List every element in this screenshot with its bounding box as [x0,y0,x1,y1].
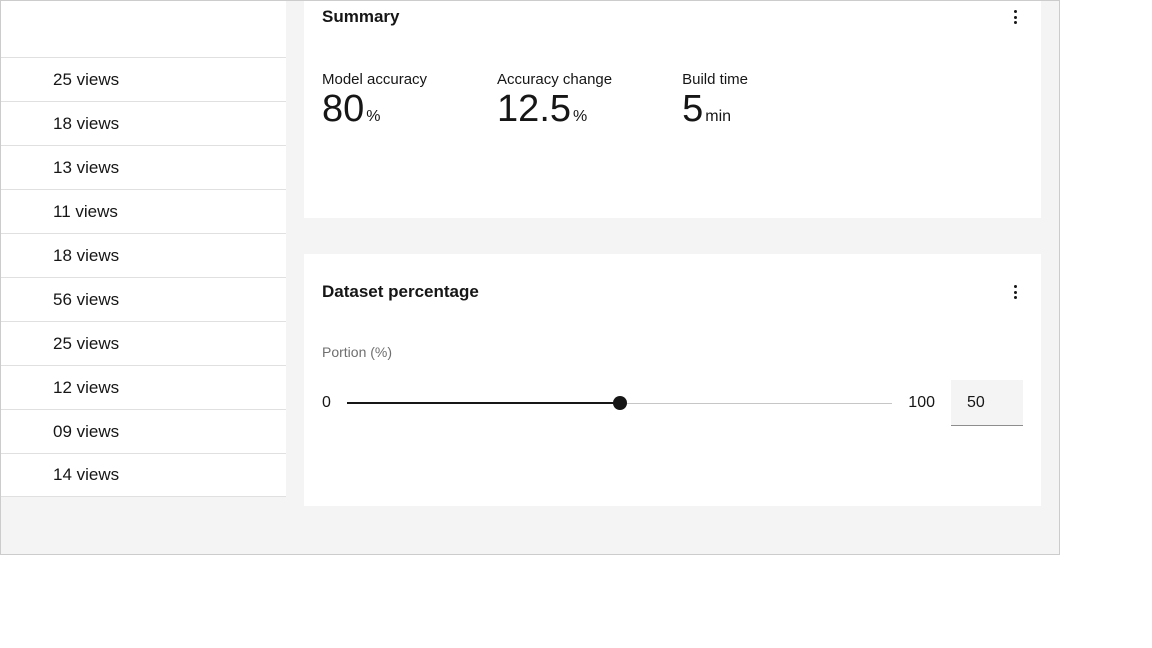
stat-label: Accuracy change [497,71,612,88]
summary-card: Summary Model accuracy 80 % Accuracy cha… [304,1,1041,218]
sidebar-item[interactable]: 12 views [1,365,286,409]
slider-track[interactable] [347,395,892,411]
stat-model-accuracy: Model accuracy 80 % [322,71,427,128]
sidebar-item-label: 18 views [53,114,119,134]
sidebar-item[interactable]: 25 views [1,57,286,101]
sidebar-item-label: 12 views [53,378,119,398]
main-content: Summary Model accuracy 80 % Accuracy cha… [286,1,1059,554]
card-header: Summary [322,1,1023,33]
card-title: Summary [322,7,399,27]
sidebar-item-label: 14 views [53,465,119,485]
sidebar-item-label: 13 views [53,158,119,178]
sidebar-item[interactable]: 13 views [1,145,286,189]
stat-unit: % [573,108,587,126]
sidebar-header-blank [1,1,286,57]
stat-value: 5 [682,90,703,128]
sidebar-item[interactable]: 11 views [1,189,286,233]
stat-value-row: 80 % [322,90,427,128]
sidebar-item[interactable]: 09 views [1,409,286,453]
stat-build-time: Build time 5 min [682,71,748,128]
sidebar-item[interactable]: 18 views [1,233,286,277]
sidebar-item[interactable]: 25 views [1,321,286,365]
slider-track-fill [347,402,620,404]
sidebar-item-label: 18 views [53,246,119,266]
slider-row: 0 100 [322,380,1023,426]
stat-value: 12.5 [497,90,571,128]
sidebar-item[interactable]: 18 views [1,101,286,145]
sidebar-item-label: 25 views [53,334,119,354]
card-header: Dataset percentage [322,276,1023,308]
slider-max-label: 100 [908,394,935,412]
portion-label: Portion (%) [322,344,1023,360]
summary-stats: Model accuracy 80 % Accuracy change 12.5… [322,71,1023,128]
stat-label: Build time [682,71,748,88]
sidebar-item-label: 09 views [53,422,119,442]
slider-thumb[interactable] [613,396,627,410]
slider-value-input[interactable] [951,380,1023,426]
sidebar-item[interactable]: 56 views [1,277,286,321]
sidebar-item[interactable]: 14 views [1,453,286,497]
stat-accuracy-change: Accuracy change 12.5 % [497,71,612,128]
sidebar-item-label: 11 views [53,202,118,222]
stat-unit: % [366,108,380,126]
slider-min-label: 0 [322,394,331,412]
overflow-menu-icon[interactable] [1008,279,1023,305]
stat-unit: min [705,108,731,126]
sidebar: 25 views 18 views 13 views 11 views 18 v… [1,1,286,554]
app-frame: 25 views 18 views 13 views 11 views 18 v… [0,0,1060,555]
card-title: Dataset percentage [322,282,479,302]
overflow-menu-icon[interactable] [1008,4,1023,30]
stat-value-row: 5 min [682,90,748,128]
stat-value-row: 12.5 % [497,90,612,128]
stat-value: 80 [322,90,364,128]
stat-label: Model accuracy [322,71,427,88]
sidebar-item-label: 25 views [53,70,119,90]
dataset-card: Dataset percentage Portion (%) 0 100 [304,254,1041,506]
sidebar-item-label: 56 views [53,290,119,310]
